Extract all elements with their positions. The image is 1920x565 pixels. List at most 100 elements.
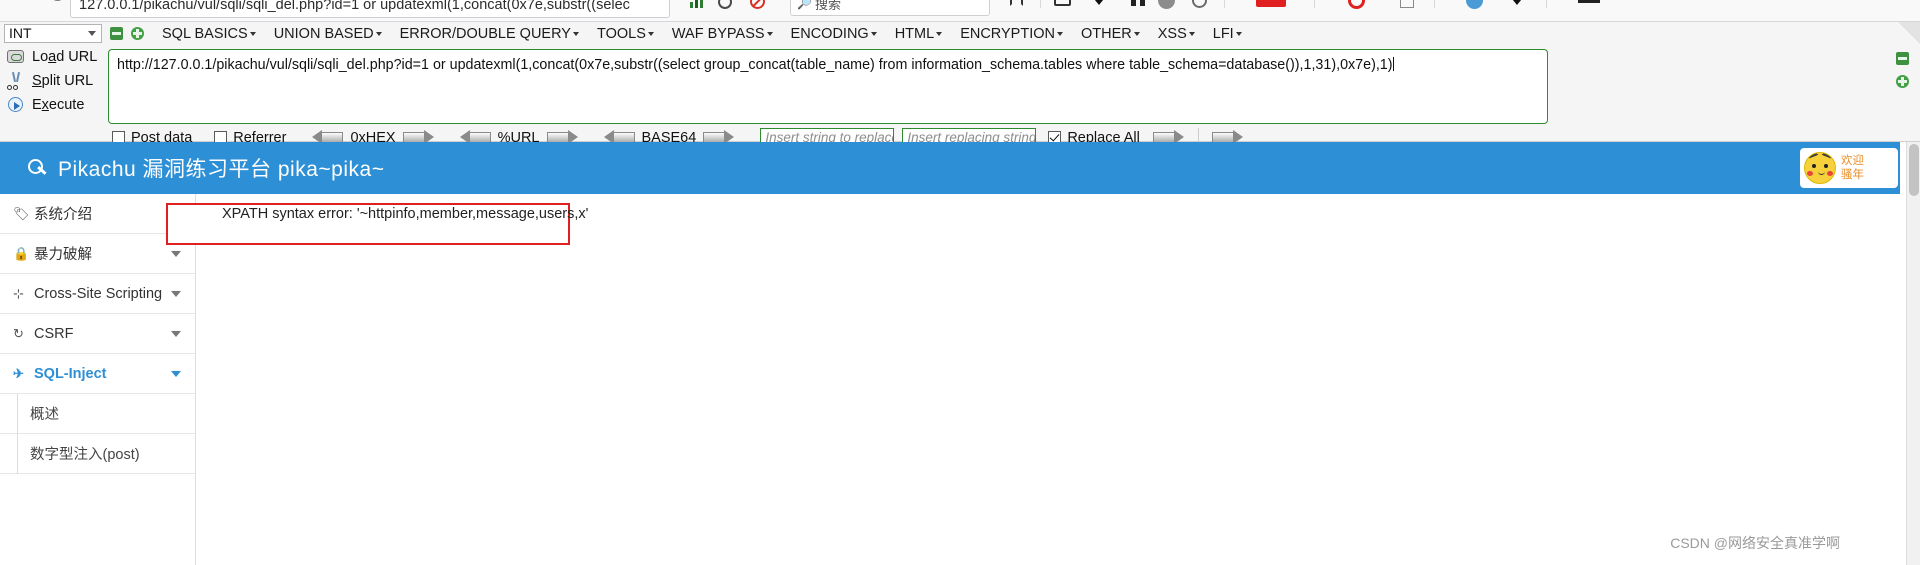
pocket-icon[interactable] xyxy=(1054,0,1076,12)
sidebar-subitem-overview[interactable]: 概述 xyxy=(0,394,195,434)
menu-label: ENCRYPTION xyxy=(960,25,1055,42)
chevron-down-icon xyxy=(936,31,943,36)
site-info-icon[interactable]: i xyxy=(50,0,65,1)
main-content: XPATH syntax error: '~httpinfo,member,me… xyxy=(166,194,1900,565)
menu-label: TOOLS xyxy=(596,25,646,42)
sidebar-item-sql-inject[interactable]: ✈ SQL-Inject xyxy=(0,354,195,394)
sidebar-item-label: Cross-Site Scripting xyxy=(34,285,163,302)
chevron-down-icon xyxy=(88,31,96,36)
menu-label: UNION BASED xyxy=(273,25,374,42)
split-url-icon xyxy=(6,72,26,90)
chevron-down-icon xyxy=(171,330,181,337)
search-logo-icon xyxy=(28,158,48,178)
red-badge-extension-icon[interactable] xyxy=(1256,0,1292,12)
scrollbar-thumb[interactable] xyxy=(1909,144,1919,196)
hackbar-menu-bar: INT SQL BASICS UNION BASED ERROR/DOUBLE … xyxy=(0,22,1920,45)
pause-extension-icon[interactable] xyxy=(1128,0,1150,12)
textarea-size-controls xyxy=(1896,52,1914,92)
sidebar-item-label: CSRF xyxy=(34,325,74,342)
menu-union-based[interactable]: UNION BASED xyxy=(274,26,382,42)
shield-extension-icon[interactable] xyxy=(1158,0,1180,12)
chevron-down-icon xyxy=(375,31,382,36)
page-scrollbar[interactable] xyxy=(1906,142,1920,565)
chevron-down-icon xyxy=(647,31,654,36)
sidebar-subitem-numeric-post[interactable]: 数字型注入(post) xyxy=(0,434,195,474)
grow-textarea-button[interactable] xyxy=(1896,75,1909,88)
execute-icon xyxy=(6,96,26,114)
toolbar-divider xyxy=(1434,0,1435,8)
reload-icon[interactable] xyxy=(718,0,732,9)
menu-label: ERROR/DOUBLE QUERY xyxy=(399,25,571,42)
load-url-button[interactable]: Load URL xyxy=(0,45,104,69)
download-icon[interactable] xyxy=(1090,0,1112,12)
menu-other[interactable]: OTHER xyxy=(1081,26,1140,42)
menu-label: OTHER xyxy=(1081,25,1132,42)
chevron-down-icon xyxy=(1188,31,1195,36)
menu-encoding[interactable]: ENCODING xyxy=(791,26,877,42)
request-url-textarea[interactable]: http://127.0.0.1/pikachu/vul/sqli/sqli_d… xyxy=(108,49,1548,124)
sidebar-item-csrf[interactable]: ↻ CSRF xyxy=(0,314,195,354)
menu-label: HTML xyxy=(894,25,935,42)
omnibox-url-input[interactable]: 127.0.0.1/pikachu/vul/sqli/sqli_del.php?… xyxy=(70,0,670,18)
user-widget[interactable]: 欢迎 骚年 xyxy=(1800,148,1898,188)
menu-waf-bypass[interactable]: WAF BYPASS xyxy=(672,26,773,42)
sidebar-item-xss[interactable]: ⊹ Cross-Site Scripting xyxy=(0,274,195,314)
toolbar-divider xyxy=(1224,0,1225,8)
shrink-textarea-button[interactable] xyxy=(1896,52,1909,65)
page-title: Pikachu 漏洞练习平台 pika~pika~ xyxy=(58,158,385,181)
sidebar-subitem-label: 概述 xyxy=(30,407,59,423)
execute-button[interactable]: Execute xyxy=(0,93,104,117)
decrease-button[interactable] xyxy=(110,27,123,40)
increase-button[interactable] xyxy=(131,27,144,40)
back-button-icon[interactable] xyxy=(1,0,49,19)
chrome-extension-icon[interactable] xyxy=(1466,0,1488,12)
request-url-text: http://127.0.0.1/pikachu/vul/sqli/sqli_d… xyxy=(117,57,1393,73)
menu-label: ENCODING xyxy=(790,25,869,42)
split-url-button[interactable]: Split URL xyxy=(0,69,104,93)
adblock-icon[interactable] xyxy=(750,0,765,9)
chevron-down-icon xyxy=(766,31,773,36)
text-cursor xyxy=(1392,57,1394,71)
chevron-down-icon xyxy=(1235,31,1242,36)
menu-xss[interactable]: XSS xyxy=(1158,26,1195,42)
hackbar-panel: INT SQL BASICS UNION BASED ERROR/DOUBLE … xyxy=(0,22,1920,148)
sidebar-item-label: 系统介绍 xyxy=(34,207,92,223)
pikachu-page: Pikachu 漏洞练习平台 pika~pika~ 欢迎 骚年 🏷 系统介绍 🔒… xyxy=(0,142,1920,565)
chevron-down-icon xyxy=(1133,31,1140,36)
menu-label: LFI xyxy=(1212,25,1234,42)
sidebar-item-label: 暴力破解 xyxy=(34,247,92,263)
greeting-line-1: 欢迎 xyxy=(1841,155,1864,167)
chart-extension-icon[interactable] xyxy=(690,0,706,8)
toolbar-divider xyxy=(1040,0,1041,8)
csrf-icon: ↻ xyxy=(13,325,24,341)
user-greeting: 欢迎 骚年 xyxy=(1841,154,1864,182)
menu-tools[interactable]: TOOLS xyxy=(597,26,654,42)
bookmark-icon[interactable] xyxy=(1010,0,1032,12)
sidebar-nav: 🏷 系统介绍 🔒 暴力破解 ⊹ Cross-Site Scripting ↻ C… xyxy=(0,194,196,565)
record-extension-icon[interactable] xyxy=(1348,0,1370,12)
omnibox-left-icons: i xyxy=(1,0,66,19)
load-url-icon xyxy=(6,48,26,66)
menu-html[interactable]: HTML xyxy=(894,25,943,42)
menu-label: WAF BYPASS xyxy=(671,25,765,42)
menu-error-double-query[interactable]: ERROR/DOUBLE QUERY xyxy=(400,26,579,42)
menu-encryption[interactable]: ENCRYPTION xyxy=(960,26,1063,42)
sidebar-item-label: SQL-Inject xyxy=(34,365,107,382)
browser-search-input[interactable]: 搜索 xyxy=(790,0,990,16)
payload-type-select[interactable]: INT xyxy=(4,24,102,43)
lock-icon: 🔒 xyxy=(13,245,30,261)
corner-fold-decoration xyxy=(1898,22,1920,44)
tag-icon: 🏷 xyxy=(13,205,30,221)
minimize-window-button[interactable] xyxy=(1578,0,1608,12)
menu-lfi[interactable]: LFI xyxy=(1213,26,1242,42)
window-extension-icon[interactable] xyxy=(1400,0,1422,12)
execute-label: Execute xyxy=(32,97,85,113)
load-url-label: Load URL xyxy=(32,49,98,65)
chevron-down-icon xyxy=(171,250,181,257)
menu-sql-basics[interactable]: SQL BASICS xyxy=(162,26,256,42)
watermark-text: CSDN @网络安全真准学啊 xyxy=(1670,535,1840,551)
clock-extension-icon[interactable] xyxy=(1192,0,1214,12)
xpath-error-message: XPATH syntax error: '~httpinfo,member,me… xyxy=(222,206,589,222)
toolbar-divider xyxy=(1546,0,1547,8)
menu-caret-icon[interactable] xyxy=(1508,0,1530,12)
